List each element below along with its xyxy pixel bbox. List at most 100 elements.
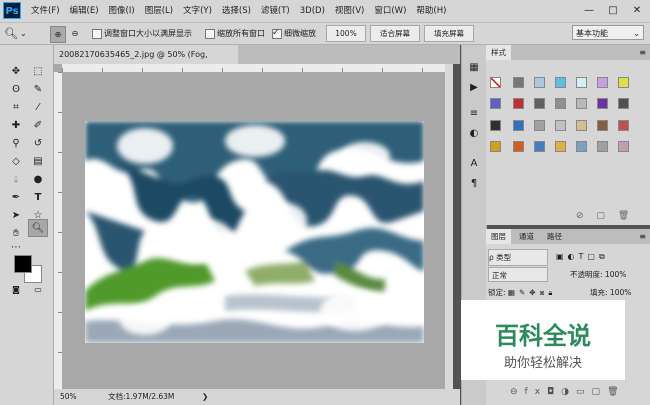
clear-style-icon[interactable]: ⊘ (576, 211, 584, 221)
quick-select-tool-icon[interactable]: ✎ (28, 81, 48, 99)
menu-view[interactable]: 视图(V) (335, 0, 364, 22)
close-button[interactable]: ✕ (626, 0, 648, 22)
zoom-tool-icon[interactable]: 🔍︎ (28, 219, 48, 237)
dodge-tool-icon[interactable]: ● (28, 171, 48, 189)
layer-filter-select[interactable]: ρ 类型 (488, 249, 548, 266)
style-swatch[interactable] (576, 141, 587, 152)
style-swatch[interactable] (555, 120, 566, 131)
zoom-all-checkbox[interactable] (205, 28, 215, 39)
style-swatch[interactable] (597, 120, 608, 131)
menu-select[interactable]: 选择(S) (222, 0, 251, 22)
style-swatch[interactable] (576, 77, 587, 88)
history-brush-icon[interactable]: ↺ (28, 135, 48, 153)
eraser-tool-icon[interactable]: ◇ (6, 153, 26, 171)
zoom-100-button[interactable]: 100% (326, 25, 366, 42)
mask-icon[interactable]: ◘ (547, 387, 561, 397)
menu-type[interactable]: 文字(Y) (183, 0, 212, 22)
adjustments-panel-icon[interactable]: ◐ (464, 125, 484, 143)
fill-control[interactable]: 填充: 100% (590, 285, 631, 300)
move-tool-icon[interactable]: ✥ (6, 63, 26, 81)
vertical-scrollbar[interactable] (445, 64, 453, 389)
style-swatch[interactable] (597, 98, 608, 109)
style-swatch[interactable] (490, 98, 501, 109)
zoom-in-icon[interactable]: ⊕ (50, 26, 66, 43)
character-panel-icon[interactable]: A (464, 155, 484, 173)
history-panel-icon[interactable]: ▦ (464, 59, 484, 77)
menu-edit[interactable]: 编辑(E) (70, 0, 99, 22)
tab-paths[interactable]: 路径 (542, 229, 567, 244)
link-layers-icon[interactable]: ⊖ (510, 387, 525, 397)
workspace-select[interactable]: 基本功能 ⌄ (572, 25, 644, 40)
style-swatch[interactable] (618, 98, 629, 109)
menu-image[interactable]: 图像(I) (109, 0, 135, 22)
style-swatch[interactable] (576, 120, 587, 131)
document-image[interactable] (85, 121, 424, 343)
chevron-right-icon[interactable]: ❯ (202, 389, 208, 405)
style-swatch[interactable] (597, 141, 608, 152)
style-swatch[interactable] (534, 98, 545, 109)
style-swatch[interactable] (597, 77, 608, 88)
minimize-button[interactable]: — (578, 0, 600, 22)
lasso-tool-icon[interactable]: ʘ (6, 81, 26, 99)
zoom-level[interactable]: 50% (60, 389, 77, 405)
delete-style-icon[interactable]: 🗑︎ (618, 211, 629, 221)
style-swatch[interactable] (555, 77, 566, 88)
fx-icon[interactable]: fx (525, 387, 548, 397)
quick-mask-icon[interactable]: ◙ (6, 281, 26, 299)
document-tab[interactable]: 20082170635465_2.jpg @ 50% (Fog, RGB/8#)… (54, 45, 238, 78)
scrubby-zoom-checkbox[interactable] (272, 26, 282, 41)
foreground-color-swatch[interactable] (14, 255, 32, 273)
brush-tool-icon[interactable]: ✐ (28, 117, 48, 135)
style-swatch[interactable] (618, 77, 629, 88)
tab-channels[interactable]: 通道 (514, 229, 539, 244)
style-swatch[interactable] (618, 141, 629, 152)
style-swatch[interactable] (576, 98, 587, 109)
menu-3d[interactable]: 3D(D) (300, 0, 325, 22)
menu-window[interactable]: 窗口(W) (374, 0, 406, 22)
style-swatch[interactable] (490, 120, 501, 131)
opacity-value[interactable]: 100% (605, 270, 626, 279)
style-swatch[interactable] (490, 141, 501, 152)
resize-windows-checkbox[interactable] (92, 28, 102, 39)
actions-panel-icon[interactable]: ▶ (464, 79, 484, 97)
pen-tool-icon[interactable]: ✒ (6, 189, 26, 207)
layer-filter-icons[interactable]: ▣◐T▢⧉ (556, 249, 609, 264)
properties-panel-icon[interactable]: ≡ (464, 105, 484, 123)
style-swatch[interactable] (555, 98, 566, 109)
style-swatch[interactable] (513, 141, 524, 152)
blend-mode-select[interactable]: 正常 (488, 267, 548, 282)
menu-help[interactable]: 帮助(H) (416, 0, 446, 22)
new-style-icon[interactable]: ▢ (596, 211, 605, 221)
chevron-down-icon[interactable]: ⌄ (20, 26, 27, 41)
blur-tool-icon[interactable]: 💧︎ (6, 171, 26, 189)
adjustment-icon[interactable]: ◑ (561, 387, 576, 397)
new-layer-icon[interactable]: ▢ (592, 387, 608, 397)
fit-screen-button[interactable]: 适合屏幕 (370, 25, 420, 42)
crop-tool-icon[interactable]: ⌗ (6, 99, 26, 117)
type-tool-icon[interactable]: T (28, 189, 48, 207)
style-swatch-none[interactable] (490, 77, 501, 88)
tab-layers[interactable]: 图层 (486, 229, 511, 244)
style-swatch[interactable] (513, 98, 524, 109)
menu-filter[interactable]: 滤镜(T) (261, 0, 290, 22)
gradient-tool-icon[interactable]: ▤ (28, 153, 48, 171)
group-icon[interactable]: ▭ (576, 387, 592, 397)
style-swatch[interactable] (513, 77, 524, 88)
menu-file[interactable]: 文件(F) (31, 0, 60, 22)
eyedropper-tool-icon[interactable]: ⁄ (28, 99, 48, 117)
menu-layer[interactable]: 图层(L) (145, 0, 173, 22)
style-swatch[interactable] (534, 141, 545, 152)
style-swatch[interactable] (513, 120, 524, 131)
style-swatch[interactable] (555, 141, 566, 152)
panel-menu-icon[interactable]: ≡ (639, 229, 646, 244)
tab-styles[interactable]: 样式 (486, 45, 511, 60)
screen-mode-icon[interactable]: ▭ (28, 281, 48, 299)
delete-layer-icon[interactable]: 🗑︎ (607, 387, 625, 397)
style-swatch[interactable] (534, 77, 545, 88)
style-swatch[interactable] (618, 120, 629, 131)
path-select-icon[interactable]: ➤ (6, 207, 26, 225)
maximize-button[interactable]: □ (602, 0, 624, 22)
marquee-tool-icon[interactable]: ⬚ (28, 63, 48, 81)
fill-screen-button[interactable]: 填充屏幕 (424, 25, 474, 42)
healing-brush-icon[interactable]: ✚ (6, 117, 26, 135)
